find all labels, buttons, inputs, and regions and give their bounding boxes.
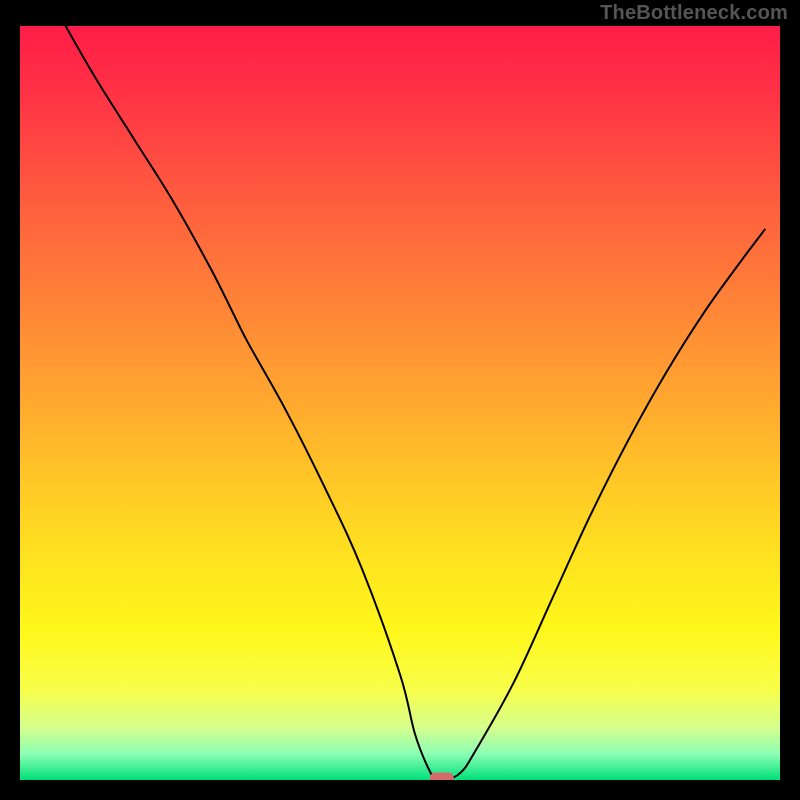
plot-area (20, 26, 780, 780)
bottleneck-chart (20, 26, 780, 780)
min-marker (430, 773, 454, 781)
chart-container: TheBottleneck.com (0, 0, 800, 800)
watermark-text: TheBottleneck.com (600, 2, 788, 25)
